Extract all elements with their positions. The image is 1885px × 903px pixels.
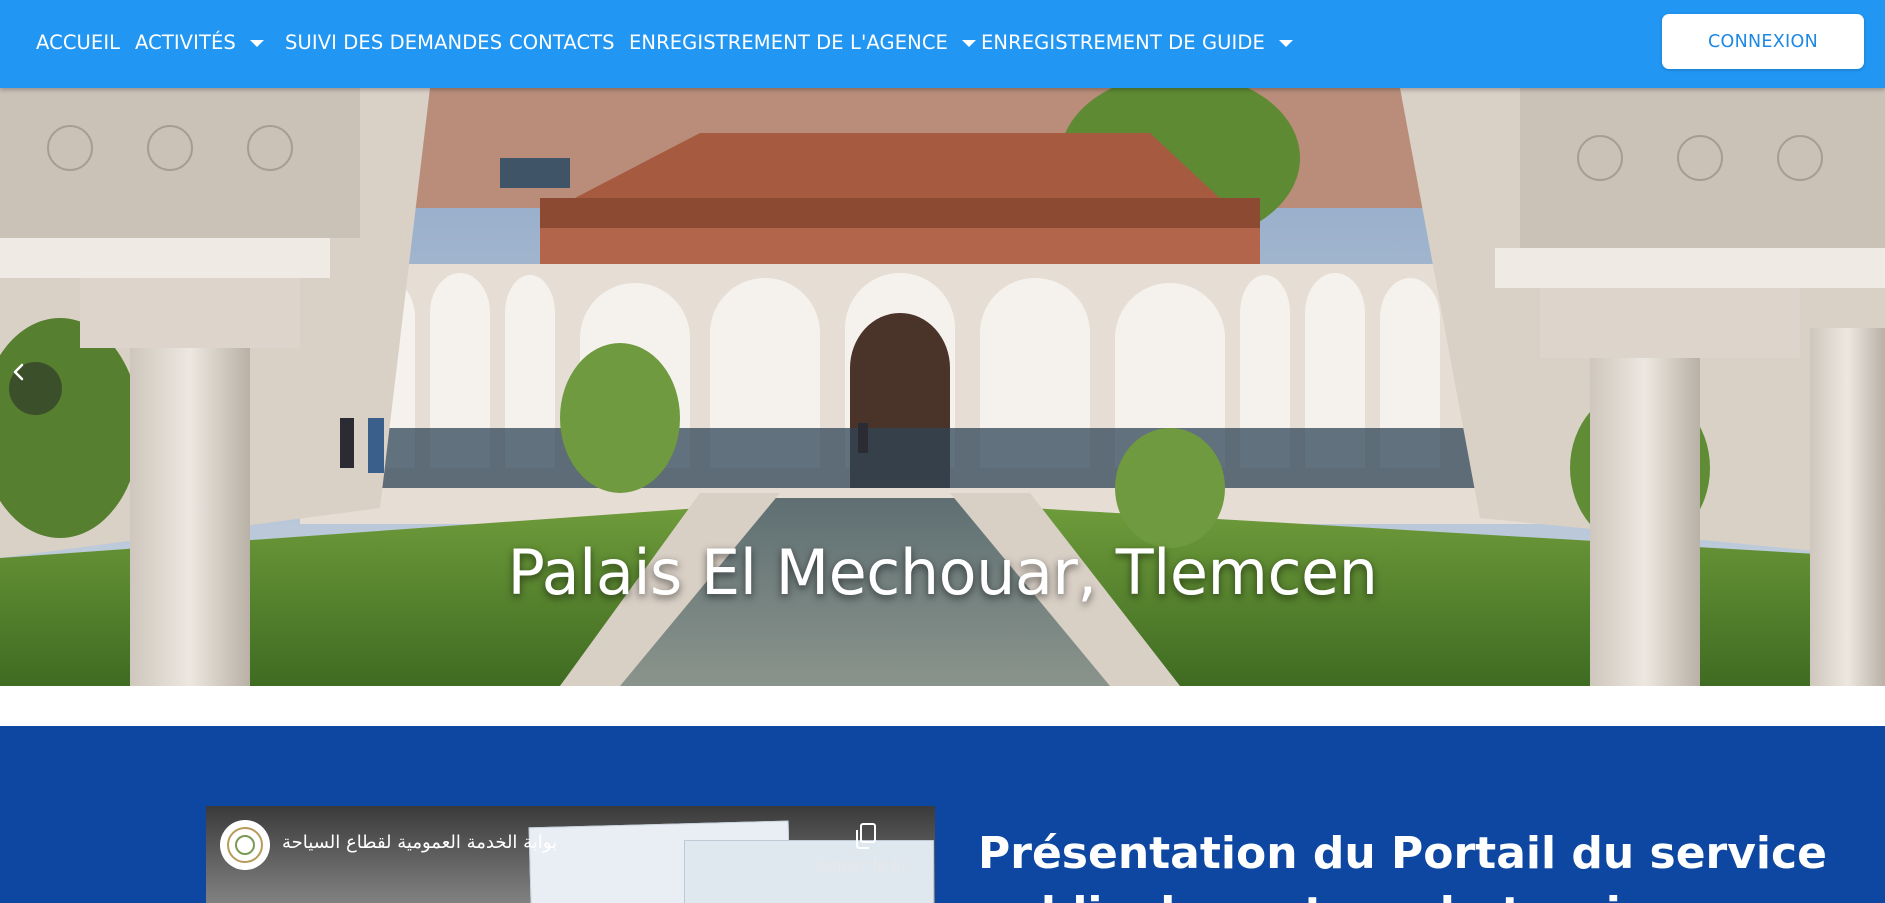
chevron-left-icon [13, 363, 24, 381]
video-embed[interactable]: بوابة الخدمة العمومية لقطاع السياحة Copi… [206, 806, 935, 903]
nav-item-label: CONTACTS [509, 30, 615, 54]
copy-icon [856, 823, 876, 849]
login-button-label: CONNEXION [1708, 31, 1818, 52]
section-title: Présentation du Portail du service publi… [978, 824, 1827, 903]
channel-avatar[interactable] [220, 820, 270, 870]
nav-item-activites[interactable]: ACTIVITÉS [135, 0, 264, 84]
nav-item-contacts[interactable]: CONTACTS [509, 0, 615, 84]
nav-item-label: SUIVI DES DEMANDES [285, 30, 503, 54]
top-navbar: ACCUEIL ACTIVITÉS SUIVI DES DEMANDES CON… [0, 0, 1885, 88]
carousel-prev-button[interactable] [9, 362, 62, 415]
video-title[interactable]: بوابة الخدمة العمومية لقطاع السياحة [282, 832, 557, 853]
hero-caption: Palais El Mechouar, Tlemcen [507, 536, 1378, 609]
nav-item-label: ACTIVITÉS [135, 30, 236, 54]
copy-link-label: Copier le li... [815, 856, 917, 875]
section-title-line: public du secteur du tourisme [978, 884, 1827, 903]
caret-down-icon [961, 39, 976, 47]
section-title-line: Présentation du Portail du service [978, 828, 1827, 879]
caret-down-icon [1278, 39, 1293, 47]
presentation-section: بوابة الخدمة العمومية لقطاع السياحة Copi… [0, 726, 1885, 903]
copy-link-button[interactable]: Copier le li... [806, 822, 926, 875]
nav-item-label: ENREGISTREMENT DE L'AGENCE [629, 30, 948, 54]
nav-item-label: ENREGISTREMENT DE GUIDE [981, 30, 1265, 54]
nav-item-enregistrement-guide[interactable]: ENREGISTREMENT DE GUIDE [981, 0, 1293, 84]
nav-item-label: ACCUEIL [36, 30, 121, 54]
hero-carousel: Palais El Mechouar, Tlemcen [0, 88, 1885, 686]
section-divider [0, 686, 1885, 726]
nav-item-accueil[interactable]: ACCUEIL [36, 0, 120, 84]
nav-item-suivi-des-demandes[interactable]: SUIVI DES DEMANDES [285, 0, 502, 84]
nav-item-enregistrement-agence[interactable]: ENREGISTREMENT DE L'AGENCE [629, 0, 976, 84]
caret-down-icon [249, 39, 264, 47]
login-button[interactable]: CONNEXION [1662, 14, 1864, 69]
ministry-logo-icon [227, 827, 263, 863]
